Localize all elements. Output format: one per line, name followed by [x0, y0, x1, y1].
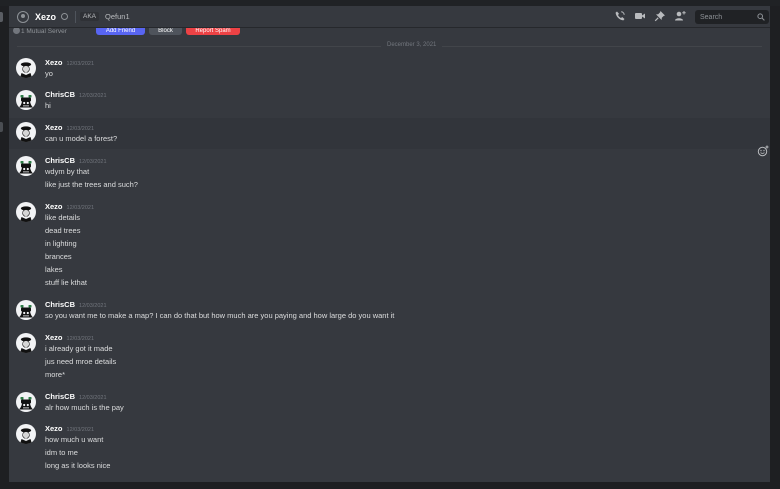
- message-author[interactable]: ChrisCB 12/03/2021: [45, 300, 107, 309]
- message[interactable]: Xezo 12/03/2021 can u model a forest?: [9, 118, 770, 149]
- message-author[interactable]: Xezo 12/03/2021: [45, 202, 94, 211]
- message-text: lakes: [45, 265, 63, 274]
- status-icon: [61, 13, 69, 20]
- message-text: jus need mroe details: [45, 357, 117, 366]
- message-text: alr how much is the pay: [45, 403, 124, 412]
- avatar[interactable]: [16, 58, 36, 78]
- avatar[interactable]: [16, 156, 36, 176]
- avatar[interactable]: [16, 202, 36, 222]
- channel-header: Xezo AKA Qefun1 Search: [9, 6, 770, 28]
- message[interactable]: ChrisCB 12/03/2021 so you want me to make…: [9, 298, 770, 325]
- message-text: yo: [45, 69, 53, 78]
- message-author[interactable]: Xezo 12/03/2021: [45, 123, 94, 132]
- message-text: like just the trees and such?: [45, 180, 138, 189]
- message[interactable]: Xezo 12/03/2021 yo: [9, 56, 770, 82]
- message[interactable]: ChrisCB 12/03/2021 alr how much is the pa…: [9, 390, 770, 417]
- header-toolbar: [614, 10, 694, 22]
- add-friend-button[interactable]: Add Friend: [96, 28, 145, 35]
- window-bottom-edge: [9, 482, 770, 489]
- message-list[interactable]: 1 Mutual Server Add Friend Block Report …: [9, 28, 770, 482]
- profile-actions: 1 Mutual Server Add Friend Block Report …: [9, 28, 770, 38]
- avatar[interactable]: [16, 300, 36, 320]
- message-text: like details: [45, 213, 81, 222]
- message-timestamp: 12/03/2021: [79, 303, 107, 309]
- message-timestamp: 12/03/2021: [66, 126, 95, 132]
- message[interactable]: Xezo 12/03/2021 how much u want idm to me…: [9, 422, 770, 475]
- message-text: how much u want: [45, 435, 104, 444]
- message-timestamp: 12/03/2021: [66, 61, 95, 67]
- message-timestamp: 12/03/2021: [79, 395, 107, 401]
- header-divider: [75, 10, 77, 23]
- avatar[interactable]: [16, 90, 36, 110]
- message-text: dead trees: [45, 226, 81, 235]
- server-indicator: [0, 122, 3, 132]
- voice-call-icon[interactable]: [614, 10, 626, 22]
- message-text: more*: [45, 370, 66, 379]
- message-text: so you want me to make a map? I can do t…: [45, 311, 395, 320]
- add-friend-icon[interactable]: [674, 10, 686, 22]
- message-text: hi: [45, 101, 51, 110]
- dm-at-icon: [17, 10, 29, 23]
- message-timestamp: 12/03/2021: [66, 336, 95, 342]
- message[interactable]: Xezo 12/03/2021 i already got it made jus…: [9, 331, 770, 384]
- mutual-server-icon: [13, 28, 20, 34]
- message-author[interactable]: ChrisCB 12/03/2021: [45, 90, 107, 99]
- day-divider-label: December 3, 2021: [381, 42, 443, 48]
- aka-badge: AKA: [80, 12, 100, 21]
- search-placeholder: Search: [700, 13, 723, 21]
- message-author[interactable]: Xezo 12/03/2021: [45, 424, 94, 433]
- member-list-edge: [770, 6, 780, 489]
- report-spam-button[interactable]: Report Spam: [186, 28, 240, 35]
- message-text: i already got it made: [45, 344, 113, 353]
- alias-name: Qefun1: [105, 12, 130, 21]
- search-input[interactable]: Search: [695, 10, 769, 24]
- message-timestamp: 12/03/2021: [79, 159, 107, 165]
- message-timestamp: 12/03/2021: [66, 427, 95, 433]
- dm-title[interactable]: Xezo: [35, 12, 56, 22]
- video-call-icon[interactable]: [634, 10, 646, 22]
- avatar[interactable]: [16, 122, 36, 142]
- message-timestamp: 12/03/2021: [66, 205, 95, 211]
- message-author[interactable]: Xezo 12/03/2021: [45, 58, 94, 67]
- message-text: idm to me: [45, 448, 78, 457]
- message-timestamp: 12/03/2021: [79, 93, 107, 99]
- message-author[interactable]: ChrisCB 12/03/2021: [45, 392, 107, 401]
- message-text: stuff lie kthat: [45, 278, 87, 287]
- server-list-edge: [0, 6, 9, 489]
- message-text: wdym by that: [45, 167, 90, 176]
- mutual-server-label[interactable]: 1 Mutual Server: [21, 28, 67, 35]
- message-text: long as it looks nice: [45, 461, 111, 470]
- avatar[interactable]: [16, 333, 36, 353]
- message-text: can u model a forest?: [45, 134, 118, 143]
- block-button[interactable]: Block: [149, 28, 182, 35]
- message-text: in lighting: [45, 239, 77, 248]
- message-author[interactable]: Xezo 12/03/2021: [45, 333, 94, 342]
- avatar[interactable]: [16, 392, 36, 412]
- message-author[interactable]: ChrisCB 12/03/2021: [45, 156, 107, 165]
- message[interactable]: Xezo 12/03/2021 like details dead trees i…: [9, 200, 770, 292]
- pin-icon[interactable]: [654, 10, 666, 22]
- search-icon: [757, 13, 765, 23]
- message-text: brances: [45, 252, 72, 261]
- avatar[interactable]: [16, 424, 36, 444]
- message[interactable]: ChrisCB 12/03/2021 wdym by that like just…: [9, 154, 770, 194]
- server-indicator: [0, 12, 3, 22]
- message[interactable]: ChrisCB 12/03/2021 hi: [9, 88, 770, 114]
